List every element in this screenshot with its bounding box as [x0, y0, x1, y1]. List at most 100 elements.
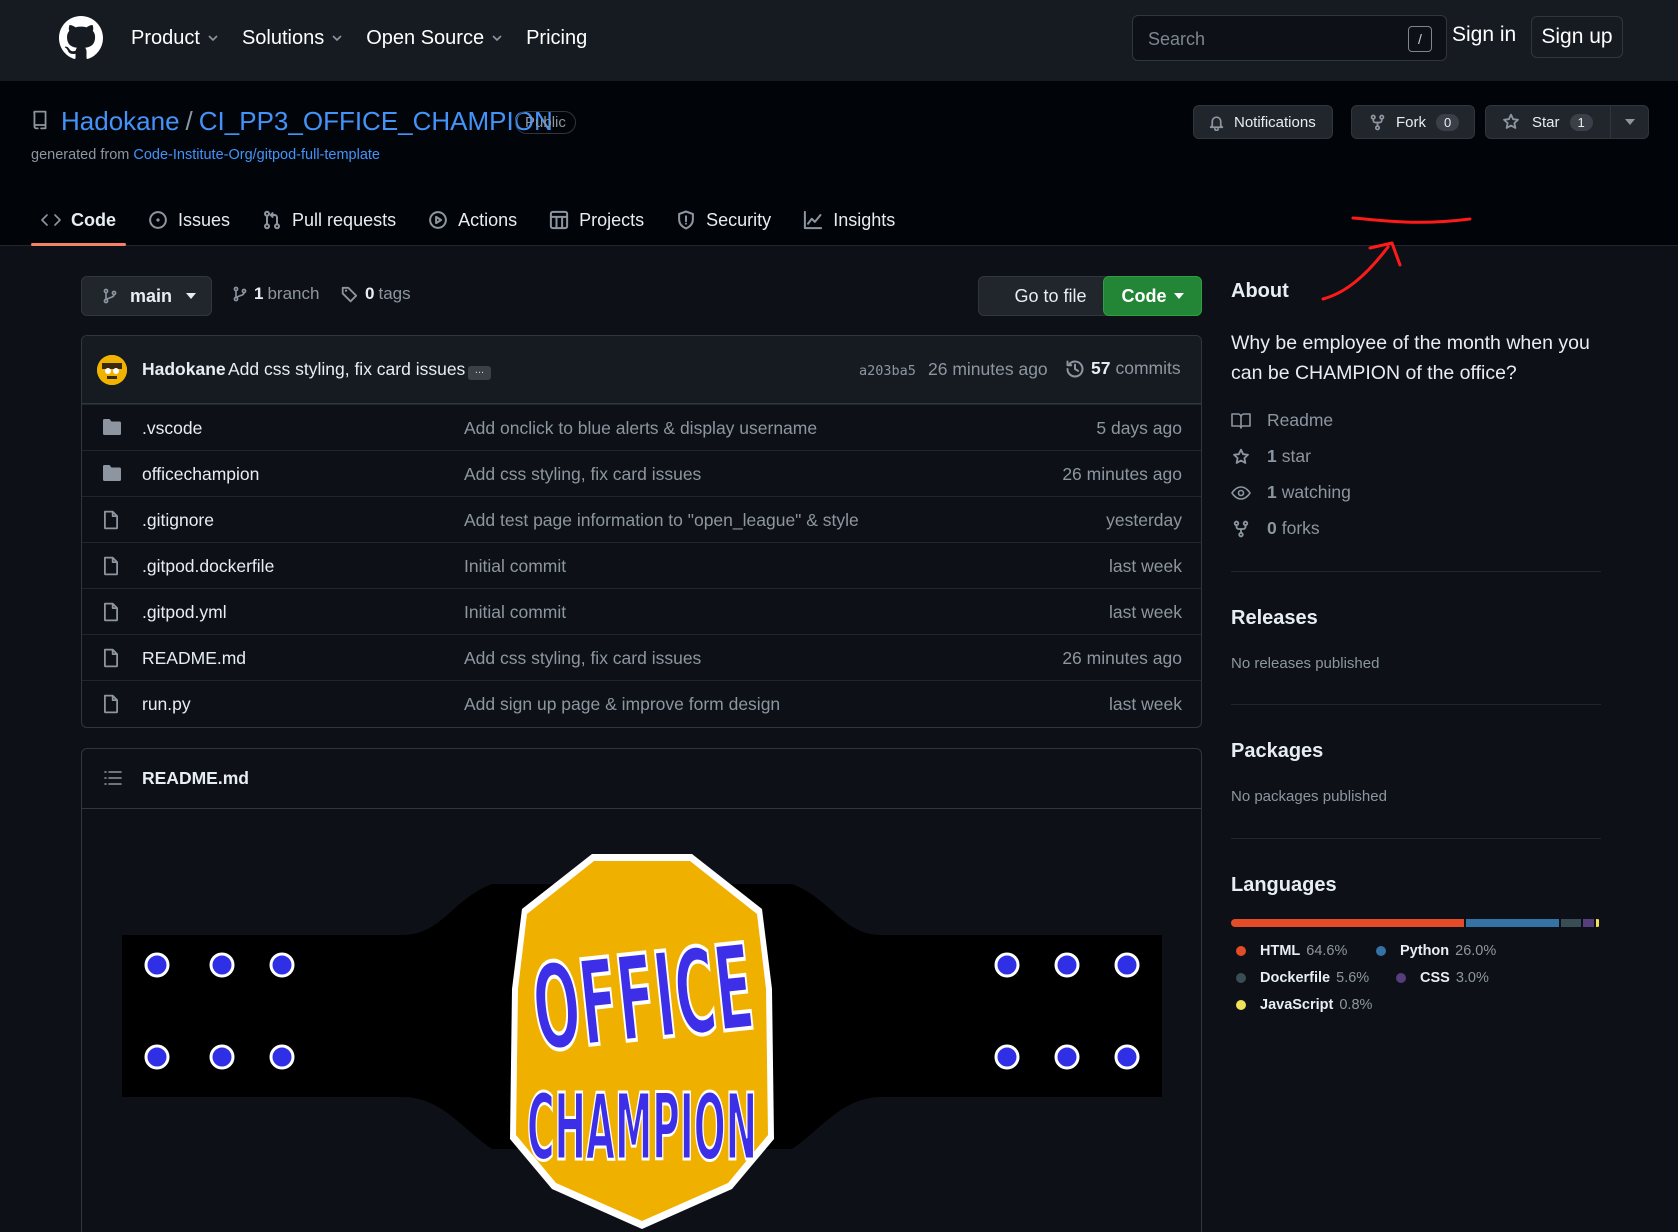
releases-heading[interactable]: Releases	[1231, 607, 1318, 630]
avatar[interactable]	[97, 355, 127, 385]
branch-select-button[interactable]: main	[81, 276, 212, 316]
forks-count: 0	[1267, 518, 1277, 538]
latest-commit-bar: Hadokane Add css styling, fix card issue…	[82, 336, 1201, 404]
branch-icon	[103, 288, 117, 304]
tag-icon	[341, 286, 358, 303]
tab-insights[interactable]: Insights	[793, 195, 905, 245]
commit-label: commits	[1115, 358, 1181, 378]
packages-heading[interactable]: Packages	[1231, 740, 1323, 763]
readme-header: README.md	[82, 749, 1201, 809]
file-row[interactable]: .gitpod.yml Initial commit last week	[82, 588, 1201, 634]
forks-link[interactable]: 0 forks	[1231, 518, 1320, 539]
language-python[interactable]: Python 26.0%	[1376, 943, 1496, 959]
stars-label: star	[1281, 446, 1311, 466]
file-time: last week	[1109, 556, 1182, 576]
sign-in-link[interactable]: Sign in	[1452, 23, 1516, 47]
file-icon	[104, 694, 118, 714]
notifications-label: Notifications	[1234, 113, 1316, 131]
commit-author[interactable]: Hadokane	[142, 359, 226, 380]
tags-link[interactable]: 0 tags	[341, 284, 411, 304]
file-commit-message[interactable]: Add onclick to blue alerts & display use…	[464, 418, 817, 439]
search-placeholder: Search	[1148, 29, 1206, 49]
file-commit-message[interactable]: Add sign up page & improve form design	[464, 694, 780, 715]
book-icon	[1231, 412, 1251, 429]
repo-owner-link[interactable]: Hadokane	[61, 106, 180, 137]
belt-text-office: OFFICE	[526, 918, 759, 1078]
repo-separator: /	[185, 106, 193, 136]
language-css[interactable]: CSS 3.0%	[1396, 970, 1489, 986]
tab-projects-label: Projects	[579, 209, 645, 230]
commit-history-link[interactable]: 57 commits	[1065, 358, 1181, 379]
notifications-button[interactable]: Notifications	[1193, 105, 1333, 139]
tab-pull-requests[interactable]: Pull requests	[252, 195, 406, 245]
code-dropdown-button[interactable]: Code	[1103, 276, 1202, 316]
nav-solutions-label: Solutions	[241, 26, 325, 49]
star-list-dropdown[interactable]	[1610, 106, 1648, 138]
caret-down-icon	[1624, 119, 1635, 125]
file-commit-message[interactable]: Add test page information to "open_leagu…	[464, 510, 859, 531]
nav-open-source[interactable]: Open Source	[366, 24, 504, 52]
file-row[interactable]: officechampion Add css styling, fix card…	[82, 450, 1201, 496]
search-input[interactable]: Search /	[1132, 15, 1447, 61]
tab-security[interactable]: Security	[666, 195, 781, 245]
lang-color-dot	[1236, 946, 1246, 956]
lang-percent: 64.6%	[1306, 943, 1348, 959]
file-commit-message[interactable]: Add css styling, fix card issues	[464, 648, 701, 669]
sign-up-button[interactable]: Sign up	[1531, 16, 1623, 58]
file-name[interactable]: README.md	[142, 648, 246, 669]
language-html[interactable]: HTML 64.6%	[1236, 943, 1347, 959]
tab-code[interactable]: Code	[31, 195, 126, 246]
file-name[interactable]: .vscode	[142, 418, 202, 439]
divider	[1231, 571, 1601, 572]
expand-commit-button[interactable]: ...	[468, 365, 491, 380]
commit-sha[interactable]: a203ba5	[859, 363, 916, 379]
commit-message[interactable]: Add css styling, fix card issues	[228, 359, 465, 380]
stars-link[interactable]: 1 star	[1231, 446, 1311, 467]
list-icon[interactable]	[103, 769, 123, 787]
file-name[interactable]: run.py	[142, 694, 191, 715]
file-name[interactable]: .gitpod.yml	[142, 602, 227, 623]
star-button[interactable]: Star 1	[1485, 105, 1649, 139]
tab-actions[interactable]: Actions	[418, 195, 527, 245]
file-commit-message[interactable]: Initial commit	[464, 602, 566, 623]
watchers-link[interactable]: 1 watching	[1231, 482, 1351, 503]
code-button-label: Code	[1121, 285, 1167, 306]
watching-count: 1	[1267, 482, 1277, 502]
lang-color-dot	[1376, 946, 1386, 956]
language-dockerfile[interactable]: Dockerfile 5.6%	[1236, 970, 1369, 986]
nav-product[interactable]: Product	[131, 24, 220, 52]
file-name[interactable]: officechampion	[142, 464, 259, 485]
go-to-file-button[interactable]: Go to file	[978, 276, 1123, 316]
chevron-down-icon	[332, 35, 342, 42]
file-name[interactable]: .gitignore	[142, 510, 214, 531]
divider	[1231, 704, 1601, 705]
file-commit-message[interactable]: Add css styling, fix card issues	[464, 464, 701, 485]
file-commit-message[interactable]: Initial commit	[464, 556, 566, 577]
nav-product-label: Product	[131, 26, 200, 49]
tab-projects[interactable]: Projects	[539, 195, 654, 245]
repo-name-link[interactable]: CI_PP3_OFFICE_CHAMPION	[199, 106, 553, 137]
file-row[interactable]: run.py Add sign up page & improve form d…	[82, 680, 1201, 726]
lang-percent: 5.6%	[1336, 970, 1370, 986]
nav-pricing-label: Pricing	[526, 26, 588, 49]
tab-issues[interactable]: Issues	[138, 195, 240, 245]
language-javascript[interactable]: JavaScript 0.8%	[1236, 997, 1372, 1013]
nav-pricing[interactable]: Pricing	[526, 24, 587, 52]
file-time: last week	[1109, 602, 1182, 622]
github-logo-icon[interactable]	[59, 16, 103, 60]
branch-icon	[233, 286, 247, 302]
file-row[interactable]: .vscode Add onclick to blue alerts & dis…	[82, 404, 1201, 450]
file-name[interactable]: .gitpod.dockerfile	[142, 556, 274, 577]
lang-name: JavaScript	[1260, 997, 1334, 1013]
fork-button[interactable]: Fork 0	[1351, 105, 1475, 139]
branches-link[interactable]: 1 branch	[232, 284, 319, 304]
generated-from-prefix: generated from	[31, 147, 134, 163]
file-row[interactable]: .gitignore Add test page information to …	[82, 496, 1201, 542]
branch-label: branch	[267, 284, 320, 303]
template-repo-link[interactable]: Code-Institute-Org/gitpod-full-template	[133, 147, 380, 163]
file-row[interactable]: README.md Add css styling, fix card issu…	[82, 634, 1201, 680]
nav-solutions[interactable]: Solutions	[242, 24, 344, 52]
readme-link[interactable]: Readme	[1231, 410, 1333, 431]
file-row[interactable]: .gitpod.dockerfile Initial commit last w…	[82, 542, 1201, 588]
commit-count: 57	[1091, 358, 1111, 378]
